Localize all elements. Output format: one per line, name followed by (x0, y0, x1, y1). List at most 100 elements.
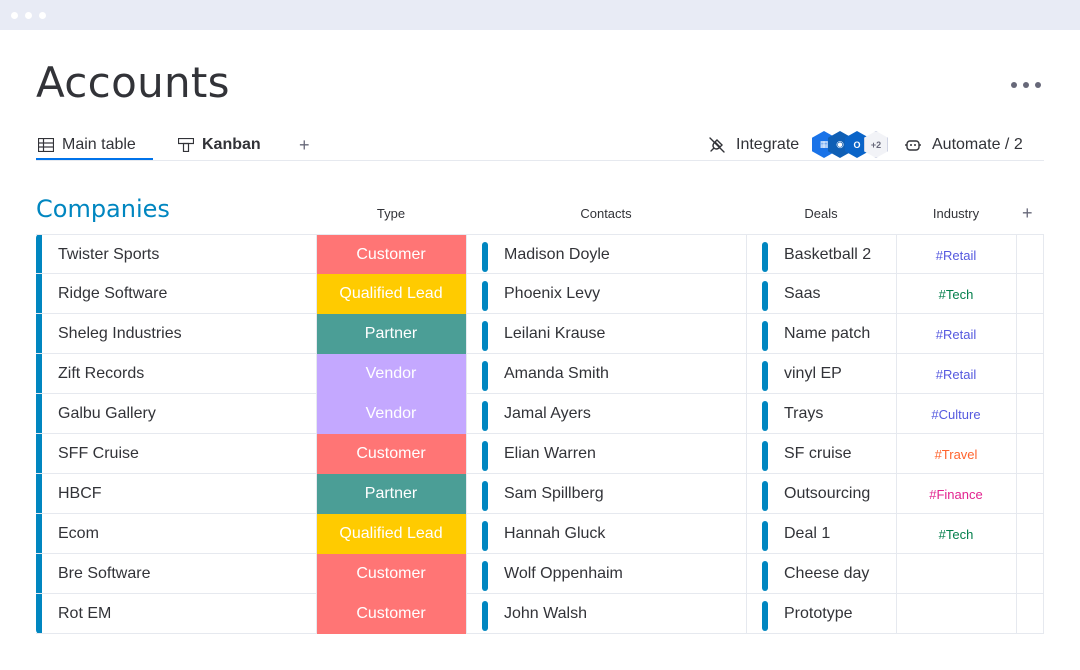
group-title[interactable]: Companies (36, 195, 170, 223)
type-status-cell[interactable]: Customer (316, 554, 466, 594)
tab-kanban[interactable]: Kanban (178, 134, 261, 156)
column-divider (1043, 234, 1044, 634)
type-status-cell[interactable]: Partner (316, 314, 466, 354)
add-view-button[interactable]: + (299, 135, 310, 156)
tab-label: Main table (62, 136, 136, 153)
industry-tag-cell[interactable]: #Retail (896, 314, 1016, 354)
deal-cell[interactable]: Name patch (762, 314, 896, 354)
type-status-cell[interactable]: Qualified Lead (316, 274, 466, 314)
column-header-deals[interactable]: Deals (762, 206, 880, 221)
tabs-divider (36, 160, 1044, 161)
connected-item-marker (482, 481, 488, 511)
table-row[interactable]: Sheleg Industries Partner Leilani Krause Na… (36, 314, 1044, 354)
deal-cell[interactable]: Cheese day (762, 554, 896, 594)
contact-name: Elian Warren (504, 445, 596, 462)
company-name-cell[interactable]: Ecom (58, 514, 328, 554)
deal-cell[interactable]: Outsourcing (762, 474, 896, 514)
company-name-cell[interactable]: Galbu Gallery (58, 394, 328, 434)
deal-cell[interactable]: Deal 1 (762, 514, 896, 554)
type-status-cell[interactable]: Qualified Lead (316, 514, 466, 554)
more-options-icon[interactable] (1011, 82, 1041, 90)
company-name-cell[interactable]: Bre Software (58, 554, 328, 594)
company-name-cell[interactable]: HBCF (58, 474, 328, 514)
type-status-cell[interactable]: Partner (316, 474, 466, 514)
column-header-industry[interactable]: Industry (896, 206, 1016, 221)
add-column-button[interactable]: + (1022, 203, 1033, 224)
deal-cell[interactable]: Trays (762, 394, 896, 434)
contact-cell[interactable]: Sam Spillberg (482, 474, 746, 514)
company-name-cell[interactable]: SFF Cruise (58, 434, 328, 474)
table-row[interactable]: SFF Cruise Customer Elian Warren SF cruise #… (36, 434, 1044, 474)
industry-tag-cell[interactable]: #Culture (896, 394, 1016, 434)
deal-cell[interactable]: SF cruise (762, 434, 896, 474)
integrate-label: Integrate (736, 136, 800, 153)
deal-name: SF cruise (784, 445, 852, 462)
connected-item-marker (482, 281, 488, 311)
column-header-type[interactable]: Type (316, 206, 466, 221)
deal-name: Basketball 2 (784, 246, 872, 263)
contact-cell[interactable]: Amanda Smith (482, 354, 746, 394)
column-divider (746, 234, 747, 634)
deal-cell[interactable]: Prototype (762, 594, 896, 634)
industry-tag-cell[interactable] (896, 554, 1016, 594)
deal-name: Saas (784, 285, 821, 302)
contact-name: Jamal Ayers (504, 405, 591, 422)
integrate-button[interactable]: Integrate (708, 134, 799, 156)
industry-tag-cell[interactable] (896, 594, 1016, 634)
connected-item-marker (762, 601, 768, 631)
type-status-cell[interactable]: Customer (316, 434, 466, 474)
industry-tag-cell[interactable]: #Finance (896, 474, 1016, 514)
connected-item-marker (482, 242, 488, 272)
contact-cell[interactable]: John Walsh (482, 594, 746, 634)
integration-apps[interactable]: ▦ ◉ O +2 (812, 131, 890, 159)
deal-name: Outsourcing (784, 485, 871, 502)
connected-item-marker (482, 601, 488, 631)
deal-name: Prototype (784, 605, 853, 622)
deal-cell[interactable]: Saas (762, 274, 896, 314)
type-status-cell[interactable]: Customer (316, 594, 466, 634)
column-divider (896, 234, 897, 554)
industry-tag-cell[interactable]: #Travel (896, 434, 1016, 474)
tab-main-table[interactable]: Main table (38, 134, 136, 156)
contact-cell[interactable]: Leilani Krause (482, 314, 746, 354)
industry-tag-cell[interactable]: #Tech (896, 514, 1016, 554)
company-name-cell[interactable]: Sheleg Industries (58, 314, 328, 354)
automate-button[interactable]: Automate / 2 (904, 134, 1023, 156)
type-status-cell[interactable]: Customer (316, 235, 466, 275)
table-row[interactable]: Galbu Gallery Vendor Jamal Ayers Trays #Cult… (36, 394, 1044, 434)
table-row[interactable]: Ridge Software Qualified Lead Phoenix Levy… (36, 274, 1044, 314)
deal-cell[interactable]: vinyl EP (762, 354, 896, 394)
table-row[interactable]: Bre Software Customer Wolf Oppenhaim Cheese… (36, 554, 1044, 594)
table-row[interactable]: Twister Sports Customer Madison Doyle Baske… (36, 234, 1044, 275)
company-name-cell[interactable]: Twister Sports (58, 235, 328, 275)
deal-cell[interactable]: Basketball 2 (762, 235, 896, 275)
column-header-contacts[interactable]: Contacts (482, 206, 730, 221)
contact-name: Leilani Krause (504, 325, 606, 342)
contact-cell[interactable]: Jamal Ayers (482, 394, 746, 434)
industry-tag-cell[interactable]: #Retail (896, 354, 1016, 394)
connected-item-marker (482, 401, 488, 431)
table-row[interactable]: Rot EM Customer John Walsh Prototype (36, 594, 1044, 634)
deal-name: Cheese day (784, 565, 870, 582)
type-status-cell[interactable]: Vendor (316, 394, 466, 434)
column-divider (466, 234, 467, 634)
company-name-cell[interactable]: Zift Records (58, 354, 328, 394)
contact-name: Hannah Gluck (504, 525, 606, 542)
table-icon (38, 138, 54, 152)
industry-tag-cell[interactable]: #Tech (896, 274, 1016, 314)
type-status-cell[interactable]: Vendor (316, 354, 466, 394)
contact-cell[interactable]: Hannah Gluck (482, 514, 746, 554)
contact-cell[interactable]: Wolf Oppenhaim (482, 554, 746, 594)
contact-cell[interactable]: Madison Doyle (482, 235, 746, 275)
contact-cell[interactable]: Phoenix Levy (482, 274, 746, 314)
company-name-cell[interactable]: Ridge Software (58, 274, 328, 314)
table-row[interactable]: Ecom Qualified Lead Hannah Gluck Deal 1 #Tec… (36, 514, 1044, 554)
column-divider (316, 234, 317, 634)
contact-cell[interactable]: Elian Warren (482, 434, 746, 474)
connected-item-marker (482, 441, 488, 471)
table-row[interactable]: HBCF Partner Sam Spillberg Outsourcing #Fina… (36, 474, 1044, 514)
table-row[interactable]: Zift Records Vendor Amanda Smith vinyl EP #R… (36, 354, 1044, 394)
industry-tag-cell[interactable]: #Retail (896, 235, 1016, 275)
company-name-cell[interactable]: Rot EM (58, 594, 328, 634)
contact-name: Wolf Oppenhaim (504, 565, 623, 582)
